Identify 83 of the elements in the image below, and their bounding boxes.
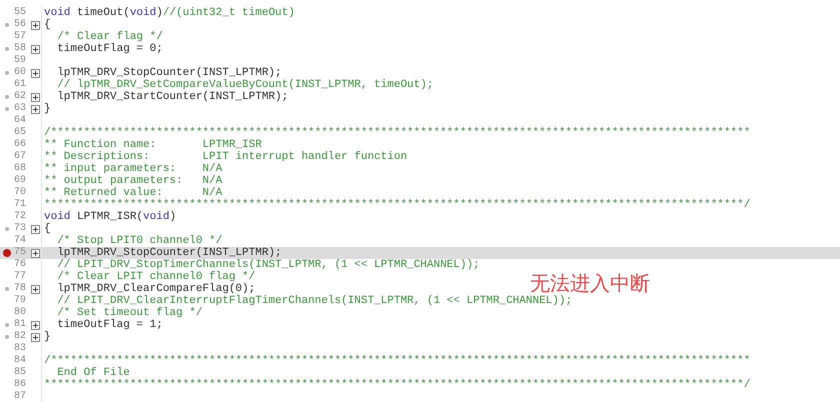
line-marker-icon[interactable] [5, 95, 9, 99]
line-number: 58 [14, 43, 28, 55]
line-marker-icon[interactable] [5, 71, 9, 75]
line-number: 79 [14, 295, 28, 307]
line-number: 56 [14, 19, 28, 31]
code-line: ** Returned value: N/A [44, 187, 222, 199]
line-number: 86 [14, 379, 28, 391]
line-number: 60 [14, 67, 28, 79]
code-line: /* Stop LPIT0 channel0 */ [56, 235, 222, 247]
line-marker-icon[interactable] [5, 227, 9, 231]
code-line: lpTMR_DRV_StopCounter(INST_LPTMR); [56, 67, 282, 79]
line-number: 77 [14, 271, 28, 283]
line-number: 68 [14, 163, 28, 175]
expand-icon[interactable] [31, 284, 40, 294]
expand-icon[interactable] [31, 320, 40, 330]
code-line: // lpTMR_DRV_SetCompareValueByCount(INST_LPTMR, timeOut); [56, 79, 434, 91]
line-number: 87 [14, 391, 28, 402]
line-number: 65 [14, 127, 28, 139]
code-line: } [44, 103, 51, 115]
expand-icon[interactable] [31, 248, 40, 258]
code-line: End Of File [56, 367, 130, 379]
code-line: void timeOut(void)//(uint32_t timeOut) [44, 7, 295, 19]
line-marker-icon[interactable] [5, 47, 9, 51]
line-number: 70 [14, 187, 28, 199]
code-line: **********************************************************************************************************/ [44, 199, 750, 211]
line-marker-icon[interactable] [5, 335, 9, 339]
line-number: 73 [14, 223, 28, 235]
line-number: 83 [14, 343, 28, 355]
code-line: ** Descriptions: LPIT interrupt handler function [44, 151, 408, 163]
line-number: 78 [14, 283, 28, 295]
line-number: 57 [14, 31, 28, 43]
code-line: lpTMR_DRV_StopCounter(INST_LPTMR); [56, 247, 282, 259]
line-number: 63 [14, 103, 28, 115]
code-line: /* Set timeout flag */ [56, 307, 202, 319]
code-line: // LPIT_DRV_ClearInterruptFlagTimerChannels(INST_LPTMR, (1 << LPTMR_CHANNEL)); [56, 295, 572, 307]
expand-icon[interactable] [31, 44, 40, 54]
code-line: { [44, 19, 51, 31]
line-number: 76 [14, 259, 28, 271]
code-line: lpTMR_DRV_StartCounter(INST_LPTMR); [56, 91, 288, 103]
line-number: 55 [14, 7, 28, 19]
code-line: ** output parameters: N/A [44, 175, 222, 187]
line-number: 75 [14, 247, 28, 259]
line-number: 84 [14, 355, 28, 367]
code-line: /* Clear flag */ [56, 31, 163, 43]
code-line: ** input parameters: N/A [44, 163, 222, 175]
line-number: 85 [14, 367, 28, 379]
code-line: lpTMR_DRV_ClearCompareFlag(0); [56, 283, 256, 295]
line-number: 69 [14, 175, 28, 187]
line-marker-icon[interactable] [5, 107, 9, 111]
code-line: /********************************************************************************************************** [44, 127, 750, 139]
expand-icon[interactable] [31, 92, 40, 102]
line-number: 66 [14, 139, 28, 151]
line-number: 74 [14, 235, 28, 247]
expand-icon[interactable] [31, 332, 40, 342]
line-number: 64 [14, 115, 28, 127]
annotation-text: 无法进入中断 [530, 270, 650, 295]
line-number: 80 [14, 307, 28, 319]
line-number: 81 [14, 319, 28, 331]
expand-icon[interactable] [31, 224, 40, 234]
breakpoint-icon[interactable] [3, 249, 11, 257]
line-marker-icon[interactable] [5, 23, 9, 27]
line-number: 62 [14, 91, 28, 103]
line-marker-icon[interactable] [5, 323, 9, 327]
line-number: 61 [14, 79, 28, 91]
code-line: } [44, 331, 51, 343]
line-number: 72 [14, 211, 28, 223]
code-line: /* Clear LPIT channel0 flag */ [56, 271, 256, 283]
line-number: 59 [14, 55, 28, 67]
expand-icon[interactable] [31, 68, 40, 78]
code-line: **********************************************************************************************************/ [44, 379, 750, 391]
code-line: ** Function name: LPTMR_ISR [44, 139, 262, 151]
line-marker-icon[interactable] [5, 287, 9, 291]
line-number: 67 [14, 151, 28, 163]
expand-icon[interactable] [31, 20, 40, 30]
code-line: timeOutFlag = 0; [56, 43, 163, 55]
code-line: timeOutFlag = 1; [56, 319, 163, 331]
code-line: { [44, 223, 51, 235]
line-number: 71 [14, 199, 28, 211]
code-line: // LPIT_DRV_StopTimerChannels(INST_LPTMR, (1 << LPTMR_CHANNEL)); [56, 259, 480, 271]
line-number: 82 [14, 331, 28, 343]
code-line: void LPTMR_ISR(void) [44, 211, 176, 223]
expand-icon[interactable] [31, 104, 40, 114]
code-line: /********************************************************************************************************** [44, 355, 750, 367]
